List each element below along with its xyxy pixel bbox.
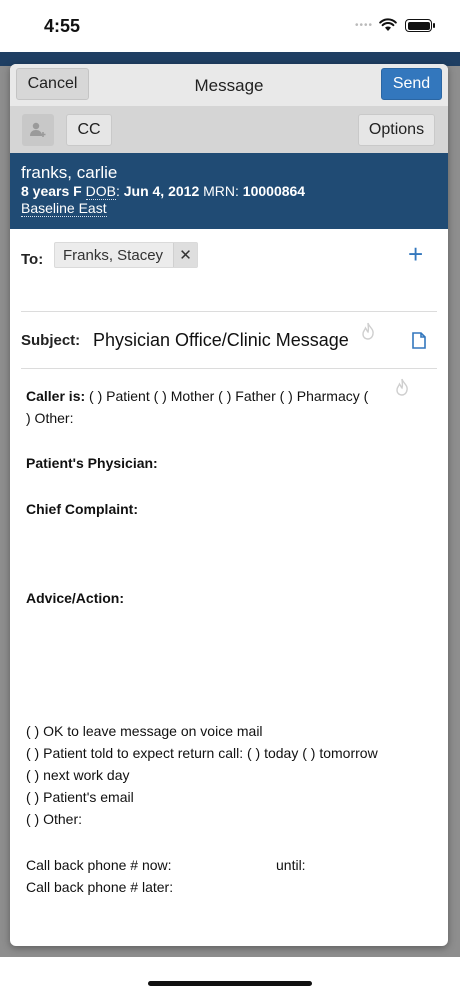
document-icon[interactable] (412, 332, 426, 349)
status-bar: 4:55 •••• (0, 0, 460, 52)
to-label: To: (21, 251, 44, 268)
caller-options: ( ) Patient ( ) Mother ( ) Father ( ) Ph… (89, 388, 369, 404)
patient-name: franks, carlie (21, 163, 118, 182)
option-email: ( ) Patient's email (26, 789, 134, 805)
caller-line: Caller is: ( ) Patient ( ) Mother ( ) Fa… (26, 385, 446, 407)
address-book-button[interactable] (22, 114, 54, 146)
option-next-work-day: ( ) next work day (26, 767, 130, 783)
mrn-value: 10000864 (242, 183, 306, 199)
caller-other: ) Other: (26, 410, 74, 426)
patient-location: Baseline East (21, 200, 107, 217)
caller-label: Caller is: (26, 388, 86, 404)
dob-label: DOB (85, 183, 116, 200)
advice-label: Advice/Action: (26, 590, 125, 606)
options-button[interactable]: Options (358, 114, 435, 146)
message-toolbar: CC Options (10, 106, 448, 153)
recipient-chip[interactable]: Franks, Stacey ✕ (54, 242, 199, 268)
dialog-header: Message Cancel Send (10, 64, 448, 106)
home-indicator[interactable] (148, 981, 312, 986)
physician-label: Patient's Physician: (26, 455, 158, 471)
callback-later: Call back phone # later: (26, 879, 174, 895)
send-button[interactable]: Send (381, 68, 442, 100)
signal-icon: •••• (355, 20, 374, 31)
subject-field[interactable]: Physician Office/Clinic Message (93, 330, 349, 351)
clock: 4:55 (44, 16, 81, 36)
remove-recipient-icon[interactable]: ✕ (173, 243, 198, 267)
patient-banner: franks, carlie 8 years F DOB: Jun 4, 201… (10, 153, 448, 229)
message-dialog: Message Cancel Send CC Options franks, c… (10, 64, 448, 946)
option-other: ( ) Other: (26, 811, 83, 827)
patient-demographics: 8 years F DOB: Jun 4, 2012 MRN: 10000864 (21, 183, 306, 200)
callback-now: Call back phone # now: (26, 857, 172, 873)
dob-value: Jun 4, 2012 (123, 183, 200, 199)
divider (21, 311, 437, 312)
subject-label: Subject: (21, 332, 81, 349)
wifi-icon (379, 18, 397, 31)
until-label: until: (276, 857, 306, 873)
option-voicemail: ( ) OK to leave message on voice mail (26, 723, 263, 739)
cc-button[interactable]: CC (66, 114, 112, 146)
add-recipient-icon[interactable]: + (408, 241, 423, 267)
complaint-label: Chief Complaint: (26, 501, 138, 517)
battery-icon (405, 19, 435, 32)
divider (21, 368, 437, 369)
option-return-call: ( ) Patient told to expect return call: … (26, 745, 378, 761)
recipients-row: To: Franks, Stacey ✕ + (10, 229, 448, 311)
flame-icon (362, 322, 374, 340)
mrn-label: MRN: (203, 183, 239, 199)
cancel-button[interactable]: Cancel (16, 68, 89, 100)
add-person-icon (30, 122, 46, 137)
patient-age-sex: 8 years F (21, 183, 82, 199)
recipient-name: Franks, Stacey (63, 246, 164, 264)
